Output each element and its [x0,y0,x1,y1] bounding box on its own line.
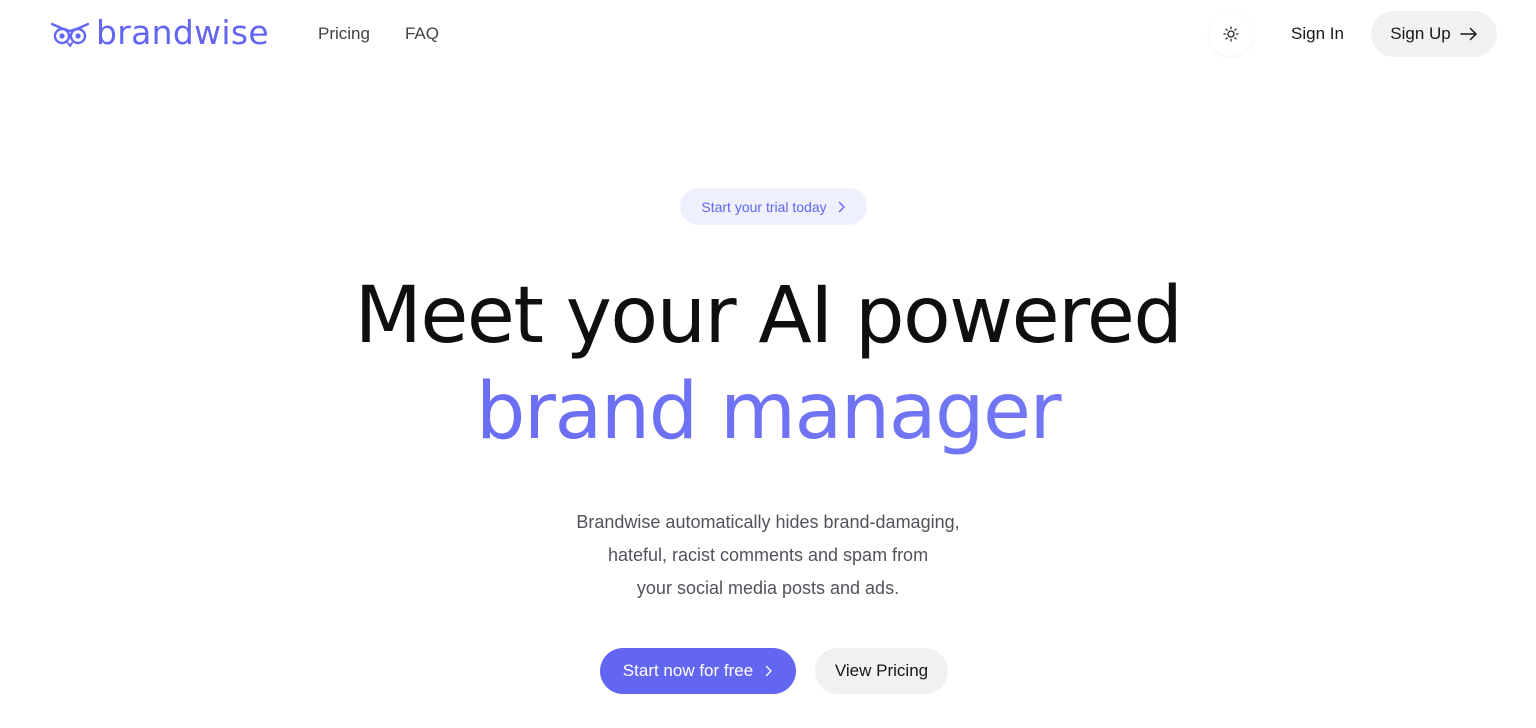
chevron-right-icon [838,201,845,212]
sign-up-button[interactable]: Sign Up [1371,11,1497,57]
nav-item-faq[interactable]: FAQ [405,20,439,48]
main-nav: Pricing FAQ [318,20,439,48]
nav-item-pricing[interactable]: Pricing [318,20,370,48]
hero-headline: Meet your AI powered brand manager [0,268,1536,460]
sign-in-link[interactable]: Sign In [1291,20,1344,48]
subtitle-line-2: hateful, racist comments and spam from [607,545,929,565]
view-pricing-button[interactable]: View Pricing [815,648,948,694]
headline-line-1: Meet your AI powered [354,271,1183,361]
theme-toggle-button[interactable] [1209,12,1253,56]
subtitle-line-1: Brandwise automatically hides brand-dama… [576,512,960,532]
sign-up-label: Sign Up [1390,24,1451,43]
start-free-label: Start now for free [622,661,754,680]
start-free-button[interactable]: Start now for free [600,648,796,694]
brand-name: brandwise [96,13,269,52]
site-header: brandwise Pricing FAQ Sign In Sign Up [0,0,1536,68]
subtitle-line-3: your social media posts and ads. [636,578,900,598]
owl-logo-icon [50,22,90,47]
landing-page: brandwise Pricing FAQ Sign In Sign Up St… [0,0,1536,728]
trial-badge-label: Start your trial today [701,198,827,215]
sun-icon [1223,26,1239,42]
trial-badge-link[interactable]: Start your trial today [680,188,867,225]
arrow-right-icon [1459,27,1477,41]
chevron-right-icon [765,665,772,677]
hero-subtitle: Brandwise automatically hides brand-dama… [468,506,1068,605]
brand-logo-link[interactable]: brandwise [50,13,269,54]
headline-line-2: brand manager [0,364,1536,460]
